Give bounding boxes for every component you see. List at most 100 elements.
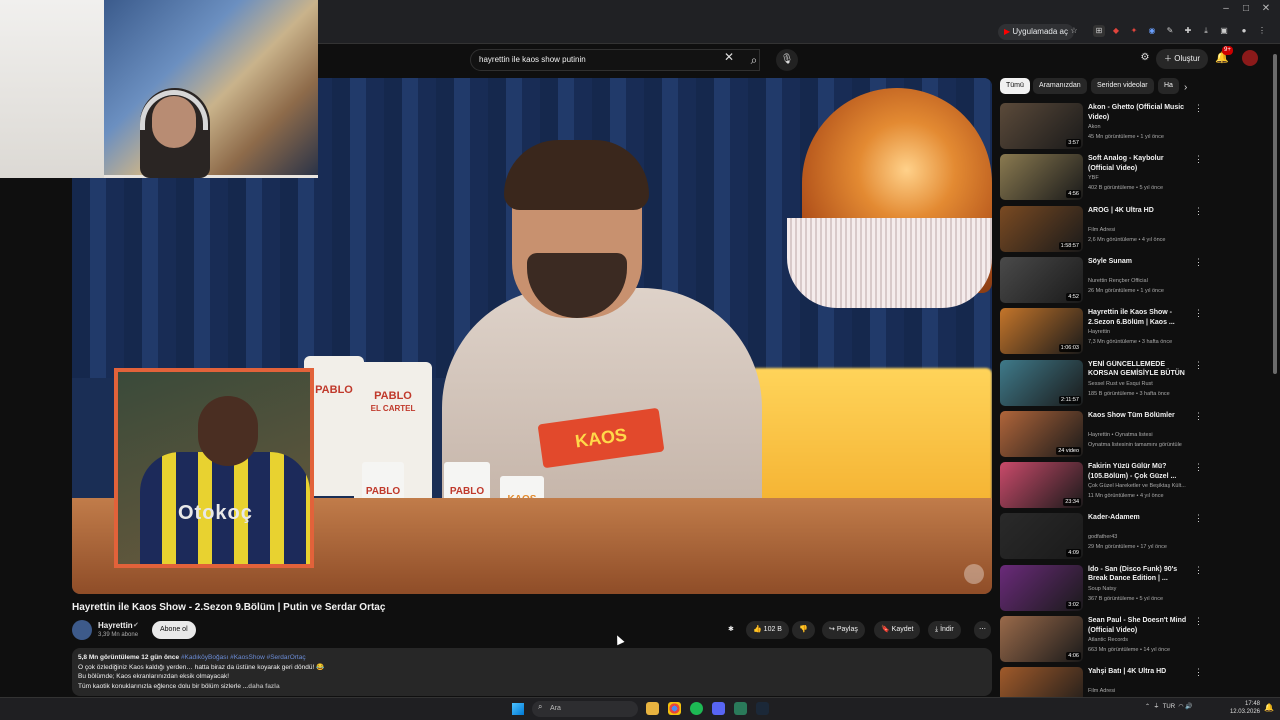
more-options-icon[interactable]: ⋮ [1194, 667, 1203, 678]
chip-all[interactable]: Tümü [1000, 78, 1030, 94]
recommendation-thumbnail[interactable]: 24 video [1000, 410, 1083, 457]
more-options-icon[interactable]: ⋮ [1194, 616, 1203, 627]
tab-search-icon[interactable]: ▣ [1218, 25, 1230, 37]
microphone-icon[interactable]: 🎙 [776, 49, 798, 71]
usb-icon[interactable]: ⏚ [1153, 704, 1159, 710]
bookmark-star-icon[interactable]: ☆ [1068, 25, 1080, 37]
save-button[interactable]: 🔖 Kaydet [874, 621, 921, 639]
recommendation-title[interactable]: YENİ GÜNCELLEMEDE KORSAN GEMİSİYLE BÜTÜN… [1088, 360, 1190, 379]
windows-start-icon[interactable] [512, 703, 524, 715]
wifi-icon[interactable]: ◠ [1178, 704, 1183, 710]
scrollbar-thumb[interactable] [1273, 54, 1277, 374]
recommendation-item[interactable]: 3:02 İdo - San (Disco Funk) 90's Break Da… [1000, 564, 1210, 613]
recommendation-channel[interactable]: Atlantic Records [1088, 637, 1198, 643]
system-tray[interactable]: ⌃ ⏚ TUR ◠ 🔊 [1145, 701, 1193, 710]
recommendation-title[interactable]: AROG | 4K Ultra HD [1088, 206, 1190, 216]
chip-from-search[interactable]: Aramanızdan [1033, 78, 1087, 94]
chip-more[interactable]: Ha [1158, 78, 1179, 94]
recommendation-title[interactable]: Yahşi Batı | 4K Ultra HD [1088, 667, 1190, 677]
recommendation-item[interactable]: 4:52 Söyle Sunam Nurettin Rençber Official… [1000, 256, 1210, 305]
recommendation-title[interactable]: Hayrettin ile Kaos Show - 2.Sezon 6.Bölü… [1088, 308, 1190, 327]
dislike-button[interactable]: 👎 [792, 621, 815, 639]
recommendation-item[interactable]: 2:11:57 YENİ GÜNCELLEMEDE KORSAN GEMİSİYL… [1000, 359, 1210, 408]
minimize-icon[interactable]: – [1220, 3, 1232, 15]
download-button[interactable]: ⤓ İndir [928, 621, 961, 639]
language-indicator[interactable]: TUR [1163, 704, 1175, 710]
recommendation-title[interactable]: Sean Paul - She Doesn't Mind (Official V… [1088, 616, 1190, 635]
more-options-icon[interactable]: ⋮ [1194, 154, 1203, 165]
recommendation-channel[interactable]: YBF [1088, 175, 1198, 181]
file-explorer-icon[interactable] [646, 702, 659, 715]
recommendation-channel[interactable]: Nurettin Rençber Official [1088, 278, 1198, 284]
recommendation-channel[interactable]: Hayrettin • Oynatma listesi [1088, 432, 1198, 438]
recommendation-title[interactable]: Akon - Ghetto (Official Music Video) [1088, 103, 1190, 122]
extension-pencil-icon[interactable]: ✎ [1164, 25, 1176, 37]
more-options-icon[interactable]: ⋮ [1194, 206, 1203, 217]
open-in-app-button[interactable]: ▶ Uygulamada aç [998, 24, 1074, 40]
account-avatar[interactable] [1242, 50, 1258, 66]
maximize-icon[interactable]: □ [1240, 3, 1252, 15]
extension-translate-icon[interactable]: ◉ [1146, 25, 1158, 37]
more-options-icon[interactable]: ⋮ [1194, 257, 1203, 268]
volume-icon[interactable]: 🔊 [1185, 704, 1192, 710]
downloads-icon[interactable]: ⤓ [1200, 25, 1212, 37]
clear-search-icon[interactable]: ✕ [722, 50, 736, 64]
recommendation-thumbnail[interactable]: 4:06 [1000, 616, 1083, 662]
recommendation-item[interactable]: 4:06 Sean Paul - She Doesn't Mind (Offici… [1000, 616, 1210, 664]
recommendation-channel[interactable]: Film Adresi [1088, 227, 1198, 233]
recommendation-title[interactable]: Soft Analog - Kaybolur (Official Video) [1088, 154, 1190, 173]
extension-pin-icon[interactable]: ✦ [1128, 25, 1140, 37]
recommendation-thumbnail[interactable]: 2:11:57 [1000, 359, 1083, 406]
more-options-icon[interactable]: ⋮ [1194, 103, 1203, 114]
more-options-icon[interactable]: ⋮ [1194, 513, 1203, 524]
recommendation-channel[interactable]: Sessel Rust ve Esqui Rust [1088, 381, 1198, 387]
recommendation-item[interactable]: 1:58:57 AROG | 4K Ultra HD Film Adresi 2,6 … [1000, 205, 1210, 254]
profile-icon[interactable]: ● [1238, 25, 1250, 37]
description-box[interactable]: 5,8 Mn görüntüleme 12 gün önce #KadıköyB… [72, 648, 992, 696]
chip-series[interactable]: Seriden videolar [1091, 78, 1154, 94]
extension-red-icon[interactable]: ◆ [1110, 25, 1122, 37]
steam-icon[interactable] [756, 702, 769, 715]
notification-center-icon[interactable]: 🔔 [1264, 703, 1274, 712]
spotify-icon[interactable] [690, 702, 703, 715]
browser-menu-icon[interactable]: ⋮ [1256, 25, 1268, 37]
channel-name[interactable]: Hayrettin [98, 621, 133, 630]
channel-avatar[interactable] [72, 620, 92, 640]
close-window-icon[interactable]: ✕ [1260, 3, 1272, 15]
chevron-right-icon[interactable]: › [1184, 82, 1187, 93]
recommendation-channel[interactable]: Film Adresi [1088, 688, 1198, 694]
more-options-icon[interactable]: ⋮ [1194, 462, 1203, 473]
taskbar-search-input[interactable]: Ara [532, 701, 638, 717]
recommendation-title[interactable]: İdo - San (Disco Funk) 90's Break Dance … [1088, 565, 1190, 584]
recommendation-item[interactable]: 4:56 Soft Analog - Kaybolur (Official Vid… [1000, 154, 1210, 202]
recommendation-item[interactable]: 1:06:03 Hayrettin ile Kaos Show - 2.Sezon… [1000, 308, 1210, 356]
more-options-icon[interactable]: ⋮ [1194, 565, 1203, 576]
discord-icon[interactable] [712, 702, 725, 715]
sparkle-ask-icon[interactable]: ✱ [728, 621, 734, 639]
extension-icon[interactable]: ⊞ [1093, 25, 1105, 37]
chevron-up-icon[interactable]: ⌃ [1145, 704, 1150, 710]
recommendation-channel[interactable]: Soup Natsy [1088, 586, 1198, 592]
recommendation-item[interactable]: 24 video Kaos Show Tüm Bölümler Hayrettin … [1000, 410, 1210, 459]
chrome-icon[interactable] [668, 702, 681, 715]
show-more-link[interactable]: ...daha fazla [241, 683, 280, 690]
like-button[interactable]: 👍 102 B [746, 621, 789, 639]
recommendation-thumbnail[interactable]: 4:52 [1000, 256, 1083, 303]
more-options-icon[interactable]: ⋮ [1194, 411, 1203, 422]
app-icon[interactable] [734, 702, 747, 715]
recommendation-channel[interactable]: Çok Güzel Hareketler ve Beşiktaş Kült... [1088, 483, 1198, 489]
recommendation-title[interactable]: Kaos Show Tüm Bölümler [1088, 411, 1190, 421]
recommendation-title[interactable]: Kader-Adamem [1088, 513, 1190, 523]
recommendation-thumbnail[interactable]: 3:57 [1000, 103, 1083, 149]
search-icon[interactable]: ⌕ [742, 49, 766, 71]
create-button[interactable]: ＋ Oluştur [1156, 49, 1209, 69]
recommendation-thumbnail[interactable]: 1:58:57 [1000, 205, 1083, 252]
recommendation-title[interactable]: Söyle Sunam [1088, 257, 1190, 267]
recommendation-item[interactable]: 4:09 Kader-Adamem godfather43 29 Mn görüntü… [1000, 513, 1210, 561]
taskbar-clock[interactable]: 17:48 12.03.2026 [1228, 700, 1260, 716]
search-input[interactable]: hayrettin ile kaos show putinin [470, 49, 760, 71]
more-actions-icon[interactable]: ⋯ [974, 621, 991, 639]
hashtags[interactable]: #KadıköyBoğası #KaosShow #SerdarOrtaç [181, 654, 306, 661]
recommendation-thumbnail[interactable]: 4:56 [1000, 154, 1083, 201]
subscribe-button[interactable]: Abone ol [152, 621, 196, 639]
